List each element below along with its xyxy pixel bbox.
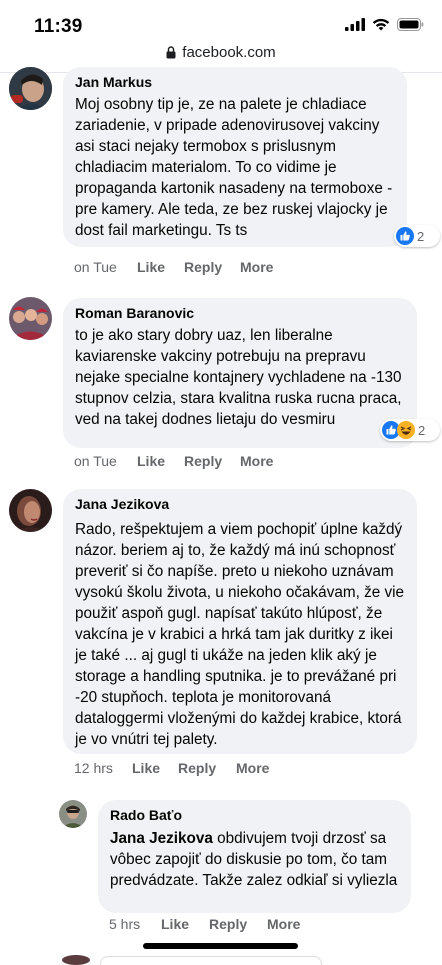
like-button[interactable]: Like (161, 916, 209, 932)
comment-timestamp[interactable]: on Tue (74, 259, 137, 275)
comment-actions: 12 hrs Like Reply More (74, 760, 269, 776)
comment-text: Moj osobny tip je, ze na palete je chlad… (75, 96, 393, 239)
status-icons (345, 18, 424, 31)
more-button[interactable]: More (267, 916, 300, 932)
comment-timestamp[interactable]: 5 hrs (109, 916, 161, 932)
comment-bubble: Roman Baranovic to je ako stary dobry ua… (63, 298, 417, 448)
mention-link[interactable]: Jana Jezikova (110, 830, 213, 847)
comment-text: to je ako stary dobry uaz, len liberalne… (75, 327, 402, 428)
next-item-peek (62, 955, 90, 965)
more-button[interactable]: More (240, 453, 273, 469)
signal-icon (345, 18, 365, 31)
reply-button[interactable]: Reply (184, 453, 240, 469)
like-button[interactable]: Like (137, 453, 184, 469)
status-bar: 11:39 (0, 0, 442, 44)
avatar[interactable] (9, 67, 52, 110)
reaction-count: 2 (418, 422, 426, 438)
battery-icon (397, 18, 424, 31)
comment-author[interactable]: Rado Baťo (110, 806, 399, 825)
comment-timestamp[interactable]: 12 hrs (74, 760, 132, 776)
avatar[interactable] (59, 800, 87, 828)
next-item-peek (100, 956, 322, 965)
comment-author[interactable]: Jan Markus (75, 73, 395, 92)
comment-author[interactable]: Roman Baranovic (75, 304, 405, 323)
avatar[interactable] (9, 297, 52, 340)
home-indicator[interactable] (143, 943, 298, 949)
comment-bubble: Jana Jezikova Rado, rešpektujem a viem p… (63, 489, 417, 754)
more-button[interactable]: More (240, 259, 273, 275)
comment-bubble: Jan Markus Moj osobny tip je, ze na pale… (63, 67, 407, 247)
wifi-icon (372, 18, 390, 31)
comment-timestamp[interactable]: on Tue (74, 453, 137, 469)
avatar[interactable] (9, 489, 52, 532)
reaction-summary[interactable]: 2 (394, 225, 440, 247)
comment-actions: 5 hrs Like Reply More (109, 916, 300, 932)
clock: 11:39 (34, 16, 83, 37)
comment-text: Jana Jezikova obdivujem tvoji drzosť sa … (110, 828, 399, 891)
haha-reaction-icon (397, 421, 415, 439)
comment-bubble: Rado Baťo Jana Jezikova obdivujem tvoji … (98, 800, 411, 913)
comment-actions: on Tue Like Reply More (74, 453, 273, 469)
url-text: facebook.com (182, 44, 276, 61)
reaction-count: 2 (417, 228, 425, 244)
reaction-summary[interactable]: 2 (380, 419, 440, 441)
lock-icon (166, 46, 176, 59)
comment-text: Rado, rešpektujem a viem pochopiť úplne … (75, 521, 405, 748)
comment-actions: on Tue Like Reply More (74, 259, 273, 275)
reply-button[interactable]: Reply (184, 259, 240, 275)
like-reaction-icon (396, 227, 414, 245)
like-button[interactable]: Like (132, 760, 178, 776)
reply-button[interactable]: Reply (209, 916, 267, 932)
comment-author[interactable]: Jana Jezikova (75, 495, 405, 514)
like-button[interactable]: Like (137, 259, 184, 275)
more-button[interactable]: More (236, 760, 269, 776)
reply-button[interactable]: Reply (178, 760, 236, 776)
